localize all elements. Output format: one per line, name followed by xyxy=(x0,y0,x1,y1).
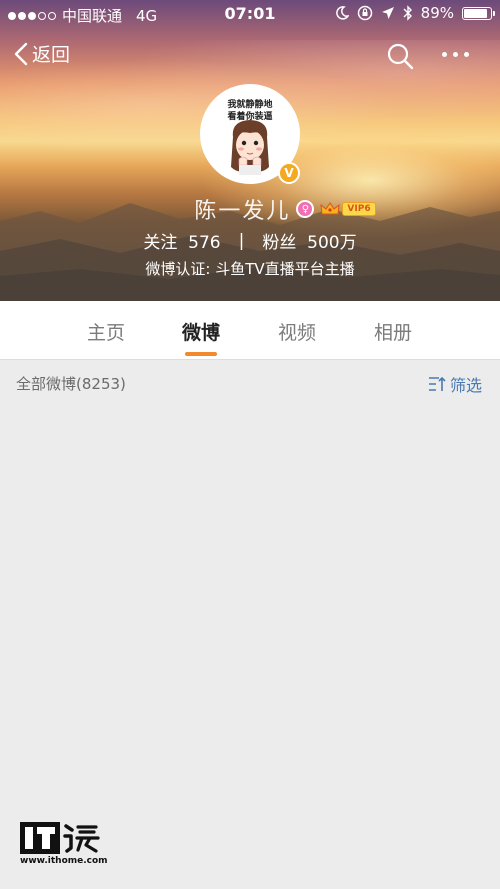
vip-level-label: VIP6 xyxy=(342,202,376,216)
following-label: 关注 xyxy=(143,233,178,253)
search-button[interactable] xyxy=(386,42,414,74)
profile-name-row: 陈一发儿 ♀ VIP6 xyxy=(0,193,500,225)
more-dot-icon xyxy=(453,52,458,57)
followers-label: 粉丝 xyxy=(262,233,297,253)
profile-tabs: 主页 微博 视频 相册 xyxy=(0,301,500,360)
tab-video[interactable]: 视频 xyxy=(278,318,316,345)
active-tab-indicator xyxy=(185,352,217,356)
tab-home[interactable]: 主页 xyxy=(87,318,125,345)
verification-text: 微博认证: 斗鱼TV直播平台主播 xyxy=(145,260,355,278)
female-gender-icon: ♀ xyxy=(296,200,315,218)
filter-label: 筛选 xyxy=(449,376,482,395)
back-button[interactable]: 返回 xyxy=(14,40,70,67)
filter-button[interactable]: 筛选 xyxy=(428,372,482,396)
ithome-logo xyxy=(20,822,100,854)
bluetooth-icon xyxy=(403,5,412,21)
vip-badge[interactable]: VIP6 xyxy=(320,201,376,217)
battery-percent: 89% xyxy=(420,4,454,22)
crown-icon xyxy=(320,202,341,215)
more-dot-icon xyxy=(464,52,469,57)
more-button[interactable] xyxy=(442,52,469,57)
verified-badge-icon: V xyxy=(278,162,300,184)
location-arrow-icon xyxy=(381,7,394,19)
profile-stats: 关注 576 | 粉丝 500万 xyxy=(0,228,500,254)
post-count-label: 全部微博(8253) xyxy=(16,375,126,393)
back-label: 返回 xyxy=(32,44,71,66)
followers-count: 500万 xyxy=(307,233,357,253)
moon-icon xyxy=(335,6,349,20)
rotation-lock-icon xyxy=(357,5,372,21)
tab-weibo[interactable]: 微博 xyxy=(182,318,220,345)
followers-stat[interactable]: 粉丝 500万 xyxy=(262,228,356,253)
following-count: 576 xyxy=(188,233,221,253)
stats-separator: | xyxy=(238,230,245,251)
battery-icon xyxy=(462,6,495,20)
search-icon xyxy=(387,43,414,70)
feed-filter-bar: 全部微博(8253) 筛选 xyxy=(0,361,500,405)
status-bar: 中国联通 4G 07:01 89% xyxy=(0,0,500,28)
more-dot-icon xyxy=(442,52,447,57)
tab-album[interactable]: 相册 xyxy=(374,318,412,345)
filter-sort-icon xyxy=(428,376,446,391)
following-stat[interactable]: 关注 576 xyxy=(143,228,220,253)
watermark-url: www.ithome.com xyxy=(20,856,108,866)
profile-name: 陈一发儿 xyxy=(194,199,291,224)
chevron-left-icon xyxy=(14,42,28,65)
